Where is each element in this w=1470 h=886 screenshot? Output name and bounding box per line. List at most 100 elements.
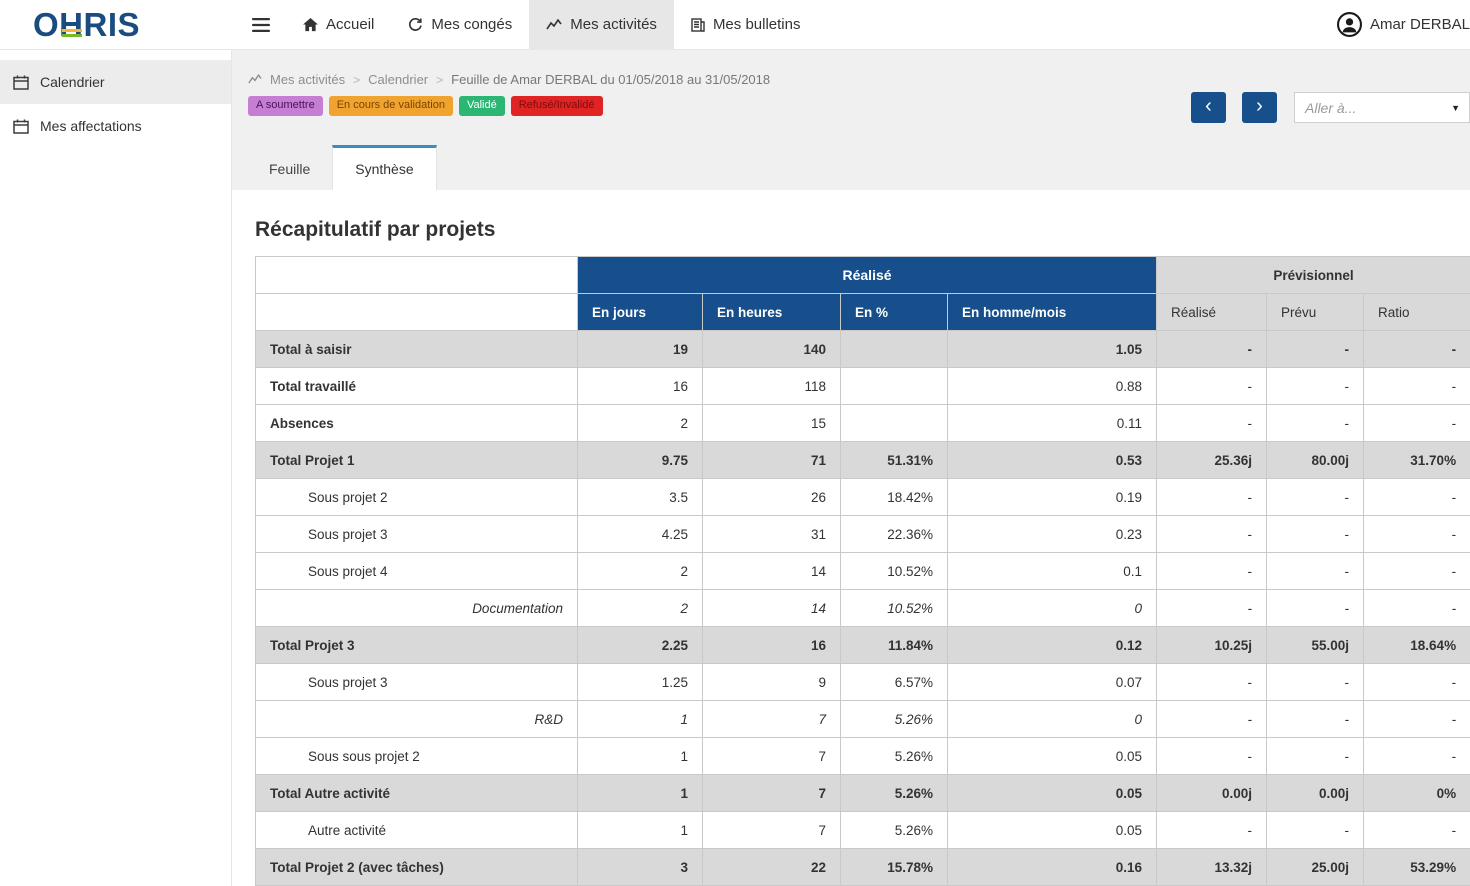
row-value: 31 [703,516,841,553]
breadcrumb-item-mes-activites[interactable]: Mes activités [270,72,345,87]
row-value: - [1267,738,1364,775]
row-label: Total Projet 3 [256,627,578,664]
row-value: - [1267,664,1364,701]
summary-table-body: Total à saisir191401.05---Total travaill… [256,331,1470,886]
tabs: Feuille Synthèse [247,145,437,190]
row-value: - [1267,479,1364,516]
row-label: Total Projet 1 [256,442,578,479]
row-value: - [1267,331,1364,368]
row-value: - [1364,331,1470,368]
table-row: Total à saisir191401.05--- [256,331,1470,368]
row-value: 80.00j [1267,442,1364,479]
nav-label: Mes activités [570,16,657,33]
row-label: Sous projet 3 [256,664,578,701]
row-value: - [1267,590,1364,627]
home-icon [303,18,318,32]
nav-item-accueil[interactable]: Accueil [286,0,391,50]
table-row: Documentation21410.52%0--- [256,590,1470,627]
row-value: 11.84% [841,627,948,664]
main-content: Mes activités > Calendrier > Feuille de … [232,50,1470,886]
row-value: - [1364,479,1470,516]
row-value: 53.29% [1364,849,1470,886]
row-label: Autre activité [256,812,578,849]
row-value: 4.25 [578,516,703,553]
sidebar-item-mes-affectations[interactable]: Mes affectations [0,104,231,148]
table-column-header-row: En jours En heures En % En homme/mois Ré… [256,294,1470,331]
sidebar-item-calendrier[interactable]: Calendrier [0,60,231,104]
nav-item-mes-conges[interactable]: Mes congés [391,0,529,50]
row-value: 0.05 [948,812,1157,849]
column-header-en-jours: En jours [578,294,703,331]
row-value: 0.19 [948,479,1157,516]
row-value: 0.16 [948,849,1157,886]
table-row: Absences2150.11--- [256,405,1470,442]
user-name: Amar DERBAL [1370,16,1470,33]
row-label: Sous projet 3 [256,516,578,553]
row-value: 18.64% [1364,627,1470,664]
sidebar-toggle-button[interactable] [242,0,280,50]
row-value: 7 [703,701,841,738]
row-value: - [1364,516,1470,553]
table-row: Total Autre activité175.26%0.050.00j0.00… [256,775,1470,812]
row-value: 0.05 [948,738,1157,775]
calendar-icon [13,75,29,90]
status-badge: Refusé/Invalidé [511,96,603,116]
table-group-header-row: Réalisé Prévisionnel [256,257,1470,294]
activity-icon [248,74,262,85]
row-label: Sous sous projet 2 [256,738,578,775]
row-label: Total Projet 2 (avec tâches) [256,849,578,886]
row-value: - [1157,516,1267,553]
row-value: 140 [703,331,841,368]
row-value: - [1364,405,1470,442]
row-value: - [1364,590,1470,627]
row-value [841,405,948,442]
breadcrumb-item-calendrier[interactable]: Calendrier [368,72,428,87]
row-value: 13.32j [1157,849,1267,886]
row-value: 0 [948,701,1157,738]
row-value: - [1157,590,1267,627]
row-value: 18.42% [841,479,948,516]
goto-select[interactable]: Aller à... ▼ [1294,92,1470,123]
column-header-en-pourcent: En % [841,294,948,331]
row-label: Documentation [256,590,578,627]
row-value: - [1267,516,1364,553]
table-row: Total Projet 19.757151.31%0.5325.36j80.0… [256,442,1470,479]
goto-placeholder: Aller à... [1305,100,1356,116]
sidebar-item-label: Calendrier [40,74,105,90]
row-label: Absences [256,405,578,442]
next-period-button[interactable]: › [1242,92,1277,123]
user-menu[interactable]: Amar DERBAL [1337,0,1470,50]
nav-item-mes-bulletins[interactable]: Mes bulletins [674,0,818,50]
table-row: Sous projet 421410.52%0.1--- [256,553,1470,590]
table-row: Sous projet 31.2596.57%0.07--- [256,664,1470,701]
row-value: 0.00j [1157,775,1267,812]
row-value: - [1157,368,1267,405]
calendar-icon [13,119,29,134]
column-header-realise: Réalisé [1157,294,1267,331]
row-value: - [1157,812,1267,849]
tab-synthese[interactable]: Synthèse [332,145,436,190]
row-value: - [1157,664,1267,701]
table-row: Sous sous projet 2175.26%0.05--- [256,738,1470,775]
row-value: 15.78% [841,849,948,886]
previous-period-button[interactable]: ‹ [1191,92,1226,123]
row-value: - [1364,368,1470,405]
tab-feuille[interactable]: Feuille [247,145,332,190]
row-value: 0% [1364,775,1470,812]
nav-item-mes-activites[interactable]: Mes activités [529,0,674,50]
logo-text: OHRIS [33,6,140,43]
row-value: 5.26% [841,812,948,849]
status-badge: A soumettre [248,96,323,116]
table-row: R&D175.26%0--- [256,701,1470,738]
breadcrumb-separator: > [436,73,443,87]
row-value: 118 [703,368,841,405]
row-value: - [1267,553,1364,590]
row-value: 5.26% [841,738,948,775]
row-value: 9.75 [578,442,703,479]
row-value: 7 [703,775,841,812]
logo[interactable]: OHRIS [0,8,232,41]
column-header-en-heures: En heures [703,294,841,331]
row-value [841,368,948,405]
row-value: 0.88 [948,368,1157,405]
row-value: 0.00j [1267,775,1364,812]
